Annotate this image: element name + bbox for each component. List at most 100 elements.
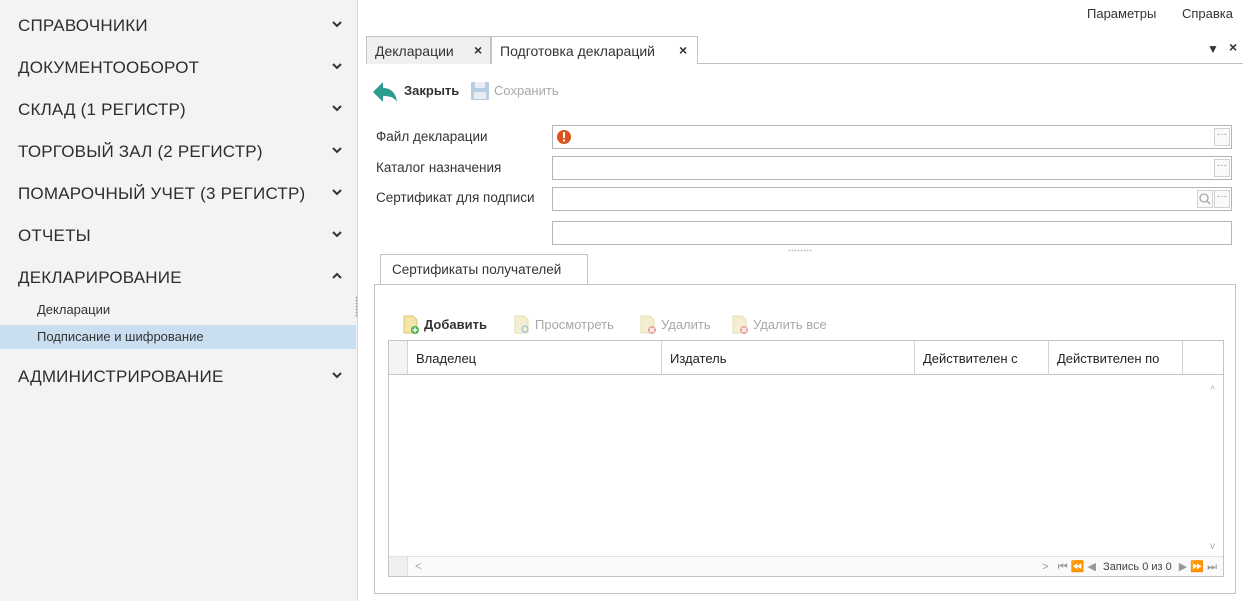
sidebar-item-signing-encryption[interactable]: Подписание и шифрование xyxy=(0,325,356,349)
view-document-icon xyxy=(514,315,529,334)
error-icon xyxy=(557,130,571,144)
sidebar-section-reports[interactable]: ОТЧЕТЫ xyxy=(0,217,356,255)
search-icon[interactable] xyxy=(1197,190,1213,208)
file-label: Файл декларации xyxy=(376,129,488,144)
last-page-icon[interactable]: ⏭ xyxy=(1207,561,1217,573)
back-arrow-icon xyxy=(373,82,397,102)
dir-field[interactable]: ··· xyxy=(552,156,1232,180)
content-panel: Закрыть Сохранить Файл декларации ··· Ка… xyxy=(366,64,1243,601)
sidebar-splitter[interactable] xyxy=(355,296,358,318)
sidebar-item-label: Подписание и шифрование xyxy=(37,329,204,344)
tab-recipient-certificates[interactable]: Сертификаты получателей xyxy=(380,254,588,285)
chevron-down-icon xyxy=(332,63,342,70)
column-valid-from[interactable]: Действителен с xyxy=(915,341,1049,374)
record-counter: Запись 0 из 0 xyxy=(1103,561,1172,573)
sidebar-section-label: СПРАВОЧНИКИ xyxy=(18,16,148,35)
prev-page-icon[interactable]: ⏪ xyxy=(1071,561,1085,573)
scroll-up-icon[interactable]: ^ xyxy=(1210,385,1215,396)
pager: > ⏮ ⏪ ◀ Запись 0 из 0 ▶ ⏩ ⏭ xyxy=(1042,560,1217,574)
tab-prepare-declarations[interactable]: Подготовка деклараций × xyxy=(491,36,698,66)
prev-record-icon[interactable]: ◀ xyxy=(1088,561,1096,573)
chevron-down-icon xyxy=(332,105,342,112)
row-indicator-header xyxy=(389,341,408,374)
add-document-icon xyxy=(403,315,419,334)
next-record-icon[interactable]: ▶ xyxy=(1179,561,1187,573)
sidebar-section-label: ПОМАРОЧНЫЙ УЧЕТ (3 РЕГИСТР) xyxy=(18,184,306,203)
chevron-down-icon xyxy=(332,147,342,154)
chevron-down-icon xyxy=(332,21,342,28)
sidebar-section-brand-accounting[interactable]: ПОМАРОЧНЫЙ УЧЕТ (3 РЕГИСТР) xyxy=(0,175,356,213)
browse-cert-button[interactable]: ··· xyxy=(1214,190,1230,208)
table-header: Владелец Издатель Действителен с Действи… xyxy=(389,341,1223,375)
sidebar-section-docflow[interactable]: ДОКУМЕНТООБОРОТ xyxy=(0,49,356,87)
sidebar-section-references[interactable]: СПРАВОЧНИКИ xyxy=(0,7,356,45)
column-issuer[interactable]: Издатель xyxy=(662,341,915,374)
dir-label: Каталог назначения xyxy=(376,160,502,175)
sidebar-section-label: АДМИНИСТРИРОВАНИЕ xyxy=(18,367,224,386)
sidebar-section-label: ДОКУМЕНТООБОРОТ xyxy=(18,58,200,77)
first-page-icon[interactable]: ⏮ xyxy=(1058,561,1068,573)
sidebar-item-label: Декларации xyxy=(37,302,111,317)
cert-label: Сертификат для подписи xyxy=(376,190,535,205)
delete-button-label: Удалить xyxy=(661,317,711,332)
row-indicator-column xyxy=(389,375,408,557)
column-owner[interactable]: Владелец xyxy=(408,341,662,374)
menu-parameters[interactable]: Параметры xyxy=(1087,6,1156,21)
close-icon[interactable]: × xyxy=(679,42,687,58)
splitter-handle[interactable] xyxy=(788,249,812,252)
delete-document-icon xyxy=(640,315,656,334)
sidebar-section-label: ТОРГОВЫЙ ЗАЛ (2 РЕГИСТР) xyxy=(18,142,263,161)
column-header-label: Действителен по xyxy=(1057,351,1160,366)
close-button[interactable]: Закрыть xyxy=(372,80,462,104)
footer-corner xyxy=(389,557,408,576)
scroll-right-icon[interactable]: > xyxy=(1042,561,1048,573)
add-button-label: Добавить xyxy=(424,317,487,332)
save-button[interactable]: Сохранить xyxy=(470,80,570,104)
delete-all-button[interactable]: Удалить все xyxy=(731,315,841,337)
scroll-down-icon[interactable]: v xyxy=(1210,541,1215,552)
tab-declarations[interactable]: Декларации × xyxy=(366,36,491,65)
sidebar-section-administration[interactable]: АДМИНИСТРИРОВАНИЕ xyxy=(0,358,356,396)
sidebar-section-label: ОТЧЕТЫ xyxy=(18,226,91,245)
certificates-table: Владелец Издатель Действителен с Действи… xyxy=(388,340,1224,577)
sidebar-section-declaring[interactable]: ДЕКЛАРИРОВАНИЕ xyxy=(0,259,356,297)
table-footer: < > ⏮ ⏪ ◀ Запись 0 из 0 ▶ ⏩ ⏭ xyxy=(389,556,1223,576)
close-all-icon[interactable]: × xyxy=(1229,39,1237,55)
close-icon[interactable]: × xyxy=(474,42,482,58)
column-header-label: Владелец xyxy=(416,351,477,366)
sidebar-section-sales-floor[interactable]: ТОРГОВЫЙ ЗАЛ (2 РЕГИСТР) xyxy=(0,133,356,171)
sidebar-section-label: СКЛАД (1 РЕГИСТР) xyxy=(18,100,186,119)
scroll-left-icon[interactable]: < xyxy=(415,559,422,573)
tab-label: Сертификаты получателей xyxy=(392,262,562,277)
delete-button[interactable]: Удалить xyxy=(639,315,729,337)
sidebar-section-label: ДЕКЛАРИРОВАНИЕ xyxy=(18,268,182,287)
delete-all-button-label: Удалить все xyxy=(753,317,827,332)
floppy-disk-icon xyxy=(471,82,489,100)
close-button-label: Закрыть xyxy=(404,83,460,98)
cert-field[interactable]: ··· xyxy=(552,187,1232,211)
browse-dir-button[interactable]: ··· xyxy=(1214,159,1230,177)
tabs-dropdown-icon[interactable]: ▼ xyxy=(1207,42,1219,56)
view-button[interactable]: Просмотреть xyxy=(513,315,633,337)
sidebar-section-warehouse[interactable]: СКЛАД (1 РЕГИСТР) xyxy=(0,91,356,129)
tab-bar: Декларации × Подготовка деклараций × xyxy=(366,36,1243,66)
view-button-label: Просмотреть xyxy=(535,317,614,332)
menu-help[interactable]: Справка xyxy=(1182,6,1233,21)
save-button-label: Сохранить xyxy=(494,83,559,98)
file-field[interactable]: ··· xyxy=(552,125,1232,149)
tab-label: Подготовка деклараций xyxy=(500,43,655,59)
extra-field[interactable] xyxy=(552,221,1232,245)
column-header-label: Действителен с xyxy=(923,351,1018,366)
browse-file-button[interactable]: ··· xyxy=(1214,128,1230,146)
chevron-down-icon xyxy=(332,189,342,196)
add-button[interactable]: Добавить xyxy=(402,315,502,337)
chevron-down-icon xyxy=(332,231,342,238)
sidebar: СПРАВОЧНИКИ ДОКУМЕНТООБОРОТ СКЛАД (1 РЕГ… xyxy=(0,0,358,601)
sidebar-item-declarations[interactable]: Декларации xyxy=(0,298,356,322)
chevron-up-icon xyxy=(332,272,342,279)
delete-all-icon xyxy=(732,315,748,334)
tab-label: Декларации xyxy=(375,43,454,59)
column-header-label: Издатель xyxy=(670,351,727,366)
column-valid-to[interactable]: Действителен по xyxy=(1049,341,1183,374)
next-page-icon[interactable]: ⏩ xyxy=(1190,561,1204,573)
